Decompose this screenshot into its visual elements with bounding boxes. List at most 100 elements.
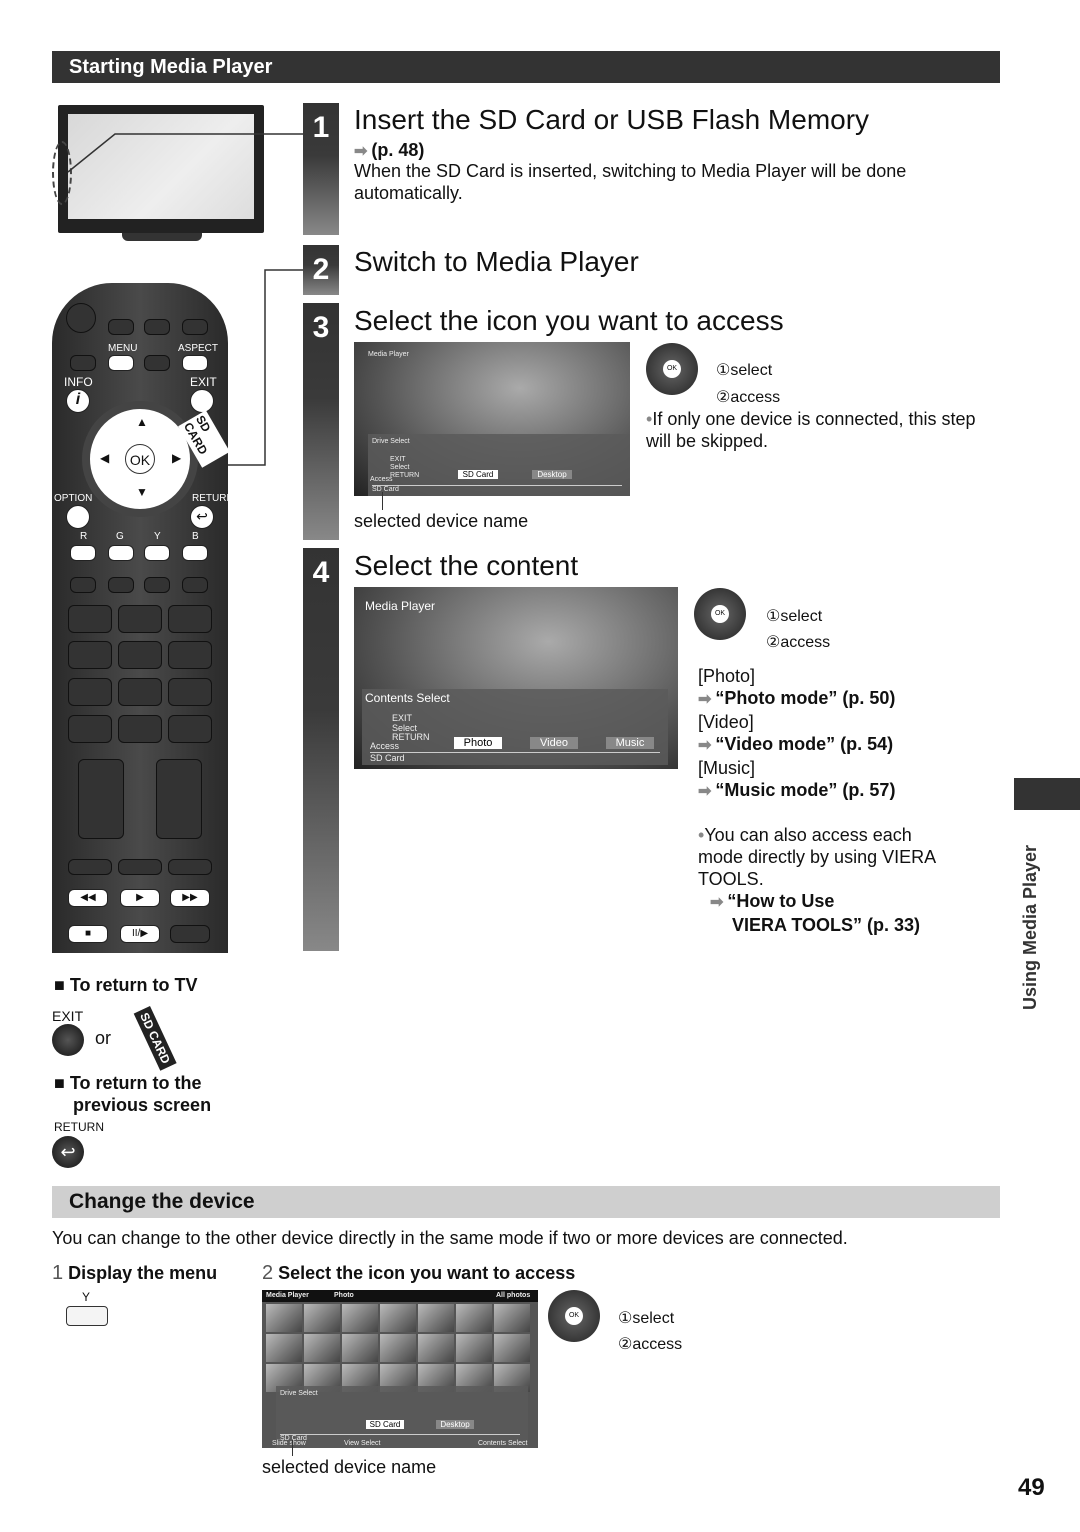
left-arrow-icon[interactable]: ◀ [100, 451, 109, 465]
remote-button[interactable] [182, 319, 208, 335]
step-4-title: Select the content [354, 550, 579, 581]
remote-button[interactable] [182, 577, 208, 593]
number-button[interactable] [118, 678, 162, 706]
remote-button[interactable] [108, 577, 134, 593]
yellow-button[interactable] [144, 545, 170, 561]
remote-button[interactable] [66, 303, 96, 333]
photo-browser-screen: Media Player Photo All photos Drive Sele… [262, 1290, 538, 1448]
ok-dpad-icon: OK [646, 343, 698, 395]
right-arrow-icon[interactable]: ▶ [172, 451, 181, 465]
volume-rocker[interactable] [78, 759, 124, 839]
step-3-badge: 3 [303, 303, 339, 540]
aspect-button[interactable] [182, 355, 208, 371]
number-button[interactable] [68, 715, 112, 743]
drive-select-panel: Drive Select SD Card Desktop SD Card [276, 1386, 528, 1448]
sd-card-option[interactable]: SD Card [458, 470, 498, 479]
mode-list: [Photo] ➡ “Photo mode” (p. 50) [Video] ➡ “… [698, 665, 895, 803]
number-button[interactable] [68, 641, 112, 669]
sd-card-key-icon: SD CARD [133, 1006, 177, 1071]
option-button[interactable] [66, 505, 90, 529]
y-key-icon [66, 1306, 108, 1326]
y-key-label: Y [82, 1290, 91, 1304]
change-step-1: 1 Display the menu [52, 1262, 218, 1284]
music-option[interactable]: Music [606, 737, 654, 749]
channel-rocker[interactable] [156, 759, 202, 839]
exit-key-icon [52, 1024, 84, 1056]
remote-button[interactable] [170, 925, 210, 943]
exit-label: EXIT [52, 1008, 84, 1024]
blue-button[interactable] [182, 545, 208, 561]
return-prev-title: ■ To return to the previous screen [54, 1073, 212, 1115]
stop-button[interactable]: ■ [68, 925, 108, 943]
remote-button[interactable] [70, 577, 96, 593]
change-step-2: 2 Select the icon you want to access [262, 1262, 576, 1284]
side-tab-marker [1014, 778, 1080, 810]
play-button[interactable]: ▶ [120, 889, 160, 907]
remote-button[interactable] [144, 355, 170, 371]
return-to-tv-title: ■ To return to TV [54, 975, 198, 995]
drive-select-screen: Media Player Drive Select EXIT Select RE… [354, 342, 630, 496]
return-label: RETURN [54, 1120, 104, 1134]
change-step-2-caption: selected device name [262, 1457, 437, 1477]
remote-button[interactable] [68, 859, 112, 875]
rewind-button[interactable]: ◀◀ [68, 889, 108, 907]
section-header: Starting Media Player [52, 51, 1000, 83]
change-device-text: You can change to the other device direc… [52, 1228, 848, 1248]
exit-button[interactable] [190, 389, 214, 413]
contents-select-screen: Media Player Contents Select EXIT Select… [354, 587, 678, 769]
number-button[interactable] [68, 605, 112, 633]
down-arrow-icon[interactable]: ▼ [136, 485, 148, 499]
ok-button[interactable]: OK [125, 444, 155, 474]
desktop-option[interactable]: Desktop [532, 470, 572, 479]
number-button[interactable] [168, 715, 212, 743]
contents-select-panel: Contents Select EXIT Select RETURN Acces… [362, 689, 668, 765]
caption-pointer [292, 1440, 293, 1456]
pause-button[interactable]: II/▶ [120, 925, 160, 943]
remote-control: MENU ASPECT INFO EXIT i OK ▲ ▼ ◀ ▶ SD CA… [52, 283, 234, 953]
viera-tools-ref[interactable]: ➡ “How to Use VIERA TOOLS” (p. 33) [710, 890, 920, 936]
page-number: 49 [1018, 1474, 1045, 1501]
video-mode-ref[interactable]: ➡ “Video mode” (p. 54) [698, 733, 895, 757]
change-device-header: Change the device [52, 1186, 1000, 1218]
access-label: ②access [716, 389, 781, 406]
up-arrow-icon[interactable]: ▲ [136, 415, 148, 429]
number-button[interactable] [118, 605, 162, 633]
number-button[interactable] [118, 641, 162, 669]
drive-select-panel: Drive Select EXIT Select RETURN Access S… [368, 434, 630, 496]
number-button[interactable] [118, 715, 162, 743]
select-label: ①select [618, 1310, 675, 1327]
step-3-title: Select the icon you want to access [354, 305, 784, 336]
sd-card-option[interactable]: SD Card [366, 1420, 404, 1429]
remote-button[interactable] [144, 577, 170, 593]
fast-forward-button[interactable]: ▶▶ [170, 889, 210, 907]
remote-button[interactable] [144, 319, 170, 335]
number-button[interactable] [168, 641, 212, 669]
number-button[interactable] [168, 605, 212, 633]
ok-dpad-icon: OK [694, 588, 746, 640]
remote-button[interactable] [108, 319, 134, 335]
remote-button[interactable] [118, 859, 162, 875]
step-3-caption: selected device name [354, 511, 529, 531]
number-button[interactable] [68, 678, 112, 706]
return-key-icon: ↩ [52, 1136, 84, 1168]
select-label: ①select [766, 608, 823, 625]
dpad[interactable]: OK ▲ ▼ ◀ ▶ [82, 401, 198, 517]
photo-mode-ref[interactable]: ➡ “Photo mode” (p. 50) [698, 687, 895, 711]
menu-button[interactable] [108, 355, 134, 371]
photo-option[interactable]: Photo [454, 737, 502, 749]
remote-button[interactable] [168, 859, 212, 875]
video-option[interactable]: Video [530, 737, 578, 749]
select-label: ①select [716, 362, 773, 379]
desktop-option[interactable]: Desktop [436, 1420, 474, 1429]
step-1-text: When the SD Card is inserted, switching … [354, 161, 907, 203]
music-mode-ref[interactable]: ➡ “Music mode” (p. 57) [698, 779, 895, 803]
access-label: ②access [618, 1336, 683, 1353]
viera-tools-note: •You can also access each mode directly … [698, 825, 936, 889]
info-button[interactable]: i [66, 389, 90, 413]
ok-dpad-icon: OK [548, 1290, 600, 1342]
green-button[interactable] [108, 545, 134, 561]
red-button[interactable] [70, 545, 96, 561]
remote-button[interactable] [70, 355, 96, 371]
number-button[interactable] [168, 678, 212, 706]
return-button[interactable]: ↩ [190, 505, 214, 529]
